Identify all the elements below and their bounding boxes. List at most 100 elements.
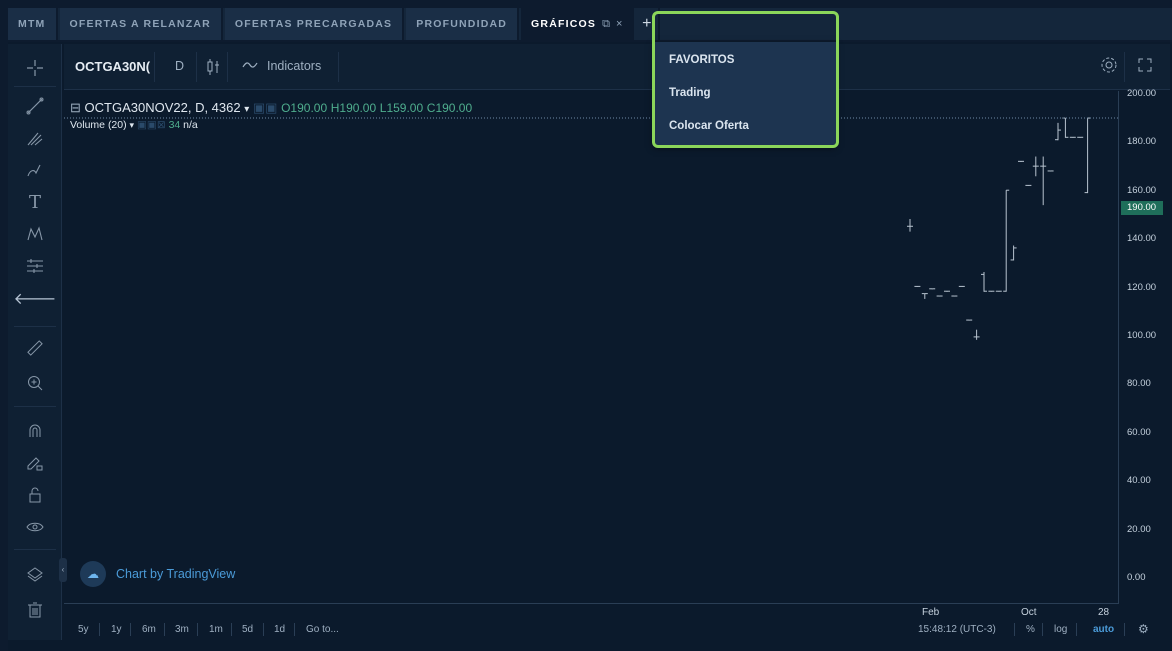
fib-retracement-icon[interactable] — [21, 124, 49, 152]
tab-mtm[interactable]: MTM — [8, 8, 58, 40]
tradingview-watermark[interactable]: ☁ Chart by TradingView — [80, 561, 235, 587]
low-value: L159.00 — [379, 101, 424, 115]
price-axis-label: 80.00 — [1127, 378, 1151, 390]
symbol-search[interactable]: OCTGA30N( — [75, 59, 150, 74]
price-axis-label: 40.00 — [1127, 475, 1151, 487]
prediction-icon[interactable] — [21, 252, 49, 280]
menu-item-favoritos[interactable]: FAVORITOS — [669, 54, 734, 66]
crosshair-icon[interactable] — [21, 54, 49, 82]
price-axis-label: 0.00 — [1127, 572, 1146, 583]
volume-extra: n/a — [183, 119, 198, 131]
price-bar — [1062, 117, 1069, 138]
interval-button[interactable]: D — [175, 59, 184, 73]
price-bar — [921, 293, 928, 299]
volume-label[interactable]: Volume (20) — [70, 119, 127, 131]
percent-toggle[interactable]: % — [1026, 624, 1035, 635]
tab-label: MTM — [18, 18, 46, 30]
clock-display[interactable]: 15:48:12 (UTC-3) — [918, 624, 996, 635]
tab-bar: MTM OFERTAS A RELANZAR OFERTAS PRECARGAD… — [8, 8, 1172, 40]
indicators-icon[interactable] — [242, 59, 258, 73]
eye-icon[interactable] — [21, 513, 49, 541]
lock-drawing-icon[interactable] — [21, 449, 49, 477]
menu-item-colocar-oferta[interactable]: Colocar Oferta — [669, 120, 749, 132]
tab-profundidad[interactable]: PROFUNDIDAD — [406, 8, 520, 40]
price-bar — [988, 290, 995, 292]
range-1d[interactable]: 1d — [274, 624, 285, 635]
price-bar — [1032, 156, 1039, 177]
unlock-icon[interactable] — [21, 481, 49, 509]
fullscreen-icon[interactable] — [1138, 58, 1152, 75]
tab-label: PROFUNDIDAD — [416, 18, 508, 30]
candle-style-icon[interactable] — [207, 59, 221, 78]
range-3m[interactable]: 3m — [175, 624, 189, 635]
zoom-in-icon[interactable] — [21, 369, 49, 397]
price-bar — [929, 288, 936, 290]
axis-settings-gear-icon[interactable]: ⚙ — [1138, 622, 1149, 636]
ruler-icon[interactable] — [21, 334, 49, 362]
tab-label: OFERTAS PRECARGADAS — [234, 18, 393, 30]
volume-legend: Volume (20) ▾ ▣▣⊠ 34 n/a — [70, 119, 198, 131]
tab-ofertas-precargadas[interactable]: OFERTAS PRECARGADAS — [224, 8, 405, 40]
price-axis-label: 120.00 — [1127, 281, 1157, 293]
range-6m[interactable]: 6m — [142, 624, 156, 635]
chart-canvas[interactable] — [64, 91, 1118, 604]
price-bar — [907, 219, 913, 232]
price-axis-label: 140.00 — [1127, 233, 1157, 245]
plus-icon: + — [642, 15, 653, 32]
price-bar — [1003, 189, 1010, 292]
series-title[interactable]: OCTGA30NOV22, D, 4362 — [85, 100, 241, 115]
goto-button[interactable]: Go to... — [306, 624, 339, 635]
close-value: C190.00 — [426, 101, 473, 115]
range-5y[interactable]: 5y — [78, 624, 89, 635]
chevron-down-icon[interactable]: ▾ — [244, 104, 249, 115]
chevron-down-icon[interactable]: ▾ — [130, 120, 135, 130]
trend-line-icon[interactable] — [21, 92, 49, 120]
time-label-28: 28 — [1098, 607, 1110, 618]
layers-icon[interactable] — [21, 560, 49, 588]
price-chart[interactable] — [64, 91, 1118, 604]
range-1m[interactable]: 1m — [209, 624, 223, 635]
arrow-left-icon[interactable]: 🡐 — [14, 284, 57, 312]
volume-value: 34 — [168, 119, 181, 131]
price-bar — [1040, 156, 1047, 206]
bottom-toolbar: 5y 1y 6m 3m 1m 5d 1d Go to... 15:48:12 (… — [64, 618, 1170, 642]
settings-gear-icon[interactable] — [1100, 56, 1118, 77]
collapse-legend-icon[interactable]: ⊟ — [70, 100, 81, 115]
price-bar — [951, 295, 958, 297]
price-bar — [1069, 136, 1076, 138]
popout-icon[interactable]: ⧉ — [602, 18, 610, 31]
tab-ofertas-a-relanzar[interactable]: OFERTAS A RELANZAR — [59, 8, 223, 40]
price-bar — [995, 290, 1002, 292]
range-1y[interactable]: 1y — [111, 624, 122, 635]
legend-settings-icon[interactable]: ▣▣ — [253, 100, 278, 115]
time-label-oct: Oct — [1021, 607, 1037, 618]
price-bar — [936, 295, 943, 297]
text-icon[interactable]: T — [21, 188, 49, 216]
price-bar — [1084, 117, 1091, 194]
price-bar — [958, 285, 965, 287]
log-toggle[interactable]: log — [1054, 624, 1067, 635]
tab-graficos[interactable]: GRÁFICOS ⧉ × — [521, 8, 635, 40]
price-axis[interactable]: 190.00 200.00 180.00 160.00 140.00 120.00 100… — [1118, 88, 1170, 604]
brush-icon[interactable] — [21, 156, 49, 184]
volume-settings-icon[interactable]: ▣▣⊠ — [137, 119, 166, 131]
price-bar — [1010, 245, 1017, 261]
price-axis-label: 20.00 — [1127, 523, 1151, 535]
tradingview-logo-icon: ☁ — [80, 561, 106, 587]
magnet-icon[interactable] — [21, 417, 49, 445]
price-bar — [1077, 136, 1084, 138]
close-icon[interactable]: × — [616, 18, 622, 30]
range-5d[interactable]: 5d — [242, 624, 253, 635]
tab-label: GRÁFICOS — [531, 18, 597, 30]
trash-icon[interactable] — [21, 596, 49, 624]
add-tab-button[interactable]: + — [636, 8, 661, 40]
price-axis-label: 160.00 — [1127, 184, 1157, 196]
auto-toggle[interactable]: auto — [1093, 624, 1114, 635]
tab-label: OFERTAS A RELANZAR — [69, 18, 211, 30]
pattern-icon[interactable] — [21, 220, 49, 248]
high-value: H190.00 — [330, 101, 377, 115]
indicators-button[interactable]: Indicators — [267, 59, 321, 73]
watermark-text: Chart by TradingView — [116, 567, 236, 581]
menu-item-trading[interactable]: Trading — [669, 87, 711, 99]
open-value: O190.00 — [281, 101, 328, 115]
